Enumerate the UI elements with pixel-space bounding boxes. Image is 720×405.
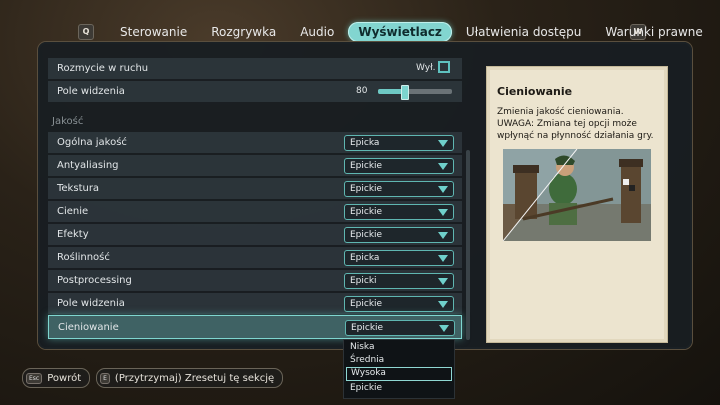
setting-row-overall-quality[interactable]: Ogólna jakość Epicka: [48, 132, 462, 153]
tab-ulatwienia-dostepu[interactable]: Ułatwienia dostępu: [456, 22, 591, 42]
chevron-down-icon: [437, 207, 449, 217]
option-epic[interactable]: Epickie: [346, 382, 452, 394]
option-medium[interactable]: Średnia: [346, 354, 452, 366]
motion-blur-value: Wył.: [416, 63, 436, 73]
setting-dropdown[interactable]: Epicki: [344, 273, 454, 289]
dropdown-value: Epickie: [350, 184, 383, 194]
footer-hints: Esc Powrót E (Przytrzymaj) Zresetuj tę s…: [22, 368, 284, 388]
chevron-down-icon: [437, 138, 449, 148]
list-scrollbar[interactable]: [466, 150, 470, 340]
back-button[interactable]: Esc Powrót: [22, 368, 91, 388]
dropdown-value: Epickie: [350, 207, 383, 217]
motion-blur-row[interactable]: Rozmycie w ruchu Wył.: [48, 58, 462, 79]
reset-label: (Przytrzymaj) Zresetuj tę sekcję: [114, 372, 275, 384]
motion-blur-checkbox[interactable]: [438, 61, 450, 73]
setting-dropdown[interactable]: Epickie: [344, 204, 454, 220]
fov-slider-track[interactable]: [378, 85, 452, 100]
dropdown-value: Epickie: [351, 323, 384, 333]
setting-row-foliage[interactable]: Roślinność Epicka: [48, 247, 462, 268]
setting-row-view-distance[interactable]: Pole widzenia Epickie: [48, 293, 462, 314]
card-title: Cieniowanie: [497, 85, 573, 98]
setting-row-shading[interactable]: Cieniowanie Epickie: [48, 315, 462, 339]
shading-options-list: Niska Średnia Wysoka Epickie: [343, 339, 455, 399]
reset-section-button[interactable]: E (Przytrzymaj) Zresetuj tę sekcję: [96, 368, 284, 388]
setting-row-postprocessing[interactable]: Postprocessing Epicki: [48, 270, 462, 291]
back-label: Powrót: [47, 372, 82, 384]
dropdown-value: Epickie: [350, 161, 383, 171]
chevron-down-icon: [437, 299, 449, 309]
chevron-down-icon: [438, 323, 450, 333]
setting-row-texture[interactable]: Tekstura Epickie: [48, 178, 462, 199]
setting-dropdown[interactable]: Epicka: [344, 250, 454, 266]
setting-dropdown[interactable]: Epicka: [344, 135, 454, 151]
option-high[interactable]: Wysoka: [346, 367, 452, 381]
dropdown-value: Epicka: [350, 138, 380, 148]
settings-tabs: Sterowanie Rozgrywka Audio Wyświetlacz U…: [108, 22, 715, 42]
esc-key-hint: Esc: [26, 372, 43, 384]
tab-warunki-prawne[interactable]: Warunki prawne: [595, 22, 712, 42]
tab-wyswietlacz[interactable]: Wyświetlacz: [348, 22, 452, 42]
dropdown-value: Epickie: [350, 230, 383, 240]
tab-sterowanie[interactable]: Sterowanie: [110, 22, 197, 42]
setting-row-shadows[interactable]: Cienie Epickie: [48, 201, 462, 222]
motion-blur-label: Rozmycie w ruchu: [57, 63, 149, 74]
chevron-down-icon: [437, 161, 449, 171]
setting-row-effects[interactable]: Efekty Epickie: [48, 224, 462, 245]
card-description: Zmienia jakość cieniowania. UWAGA: Zmian…: [497, 107, 654, 141]
section-heading-quality: Jakość: [52, 116, 84, 127]
option-low[interactable]: Niska: [346, 341, 452, 353]
setting-dropdown[interactable]: Epickie: [344, 227, 454, 243]
setting-row-antialiasing[interactable]: Antyaliasing Epickie: [48, 155, 462, 176]
dropdown-value: Epickie: [350, 299, 383, 309]
dropdown-value: Epicka: [350, 253, 380, 263]
e-key-hint: E: [100, 372, 110, 384]
setting-dropdown[interactable]: Epickie: [344, 296, 454, 312]
chevron-down-icon: [437, 253, 449, 263]
chevron-down-icon: [437, 276, 449, 286]
fov-slider-handle[interactable]: [400, 85, 409, 100]
fov-value: 80: [356, 86, 368, 96]
chevron-down-icon: [437, 230, 449, 240]
setting-dropdown[interactable]: Epickie: [344, 181, 454, 197]
fov-slider-row[interactable]: Pole widzenia 80: [48, 81, 462, 102]
q-key-hint: Q: [78, 24, 94, 40]
setting-description-card: Cieniowanie Zmienia jakość cieniowania. …: [486, 66, 668, 343]
setting-dropdown[interactable]: Epickie: [344, 158, 454, 174]
chevron-down-icon: [437, 184, 449, 194]
setting-dropdown[interactable]: Epickie: [345, 320, 455, 336]
dropdown-value: Epicki: [350, 276, 377, 286]
shading-preview-image: [503, 149, 651, 241]
tab-audio[interactable]: Audio: [290, 22, 344, 42]
tab-rozgrywka[interactable]: Rozgrywka: [201, 22, 286, 42]
